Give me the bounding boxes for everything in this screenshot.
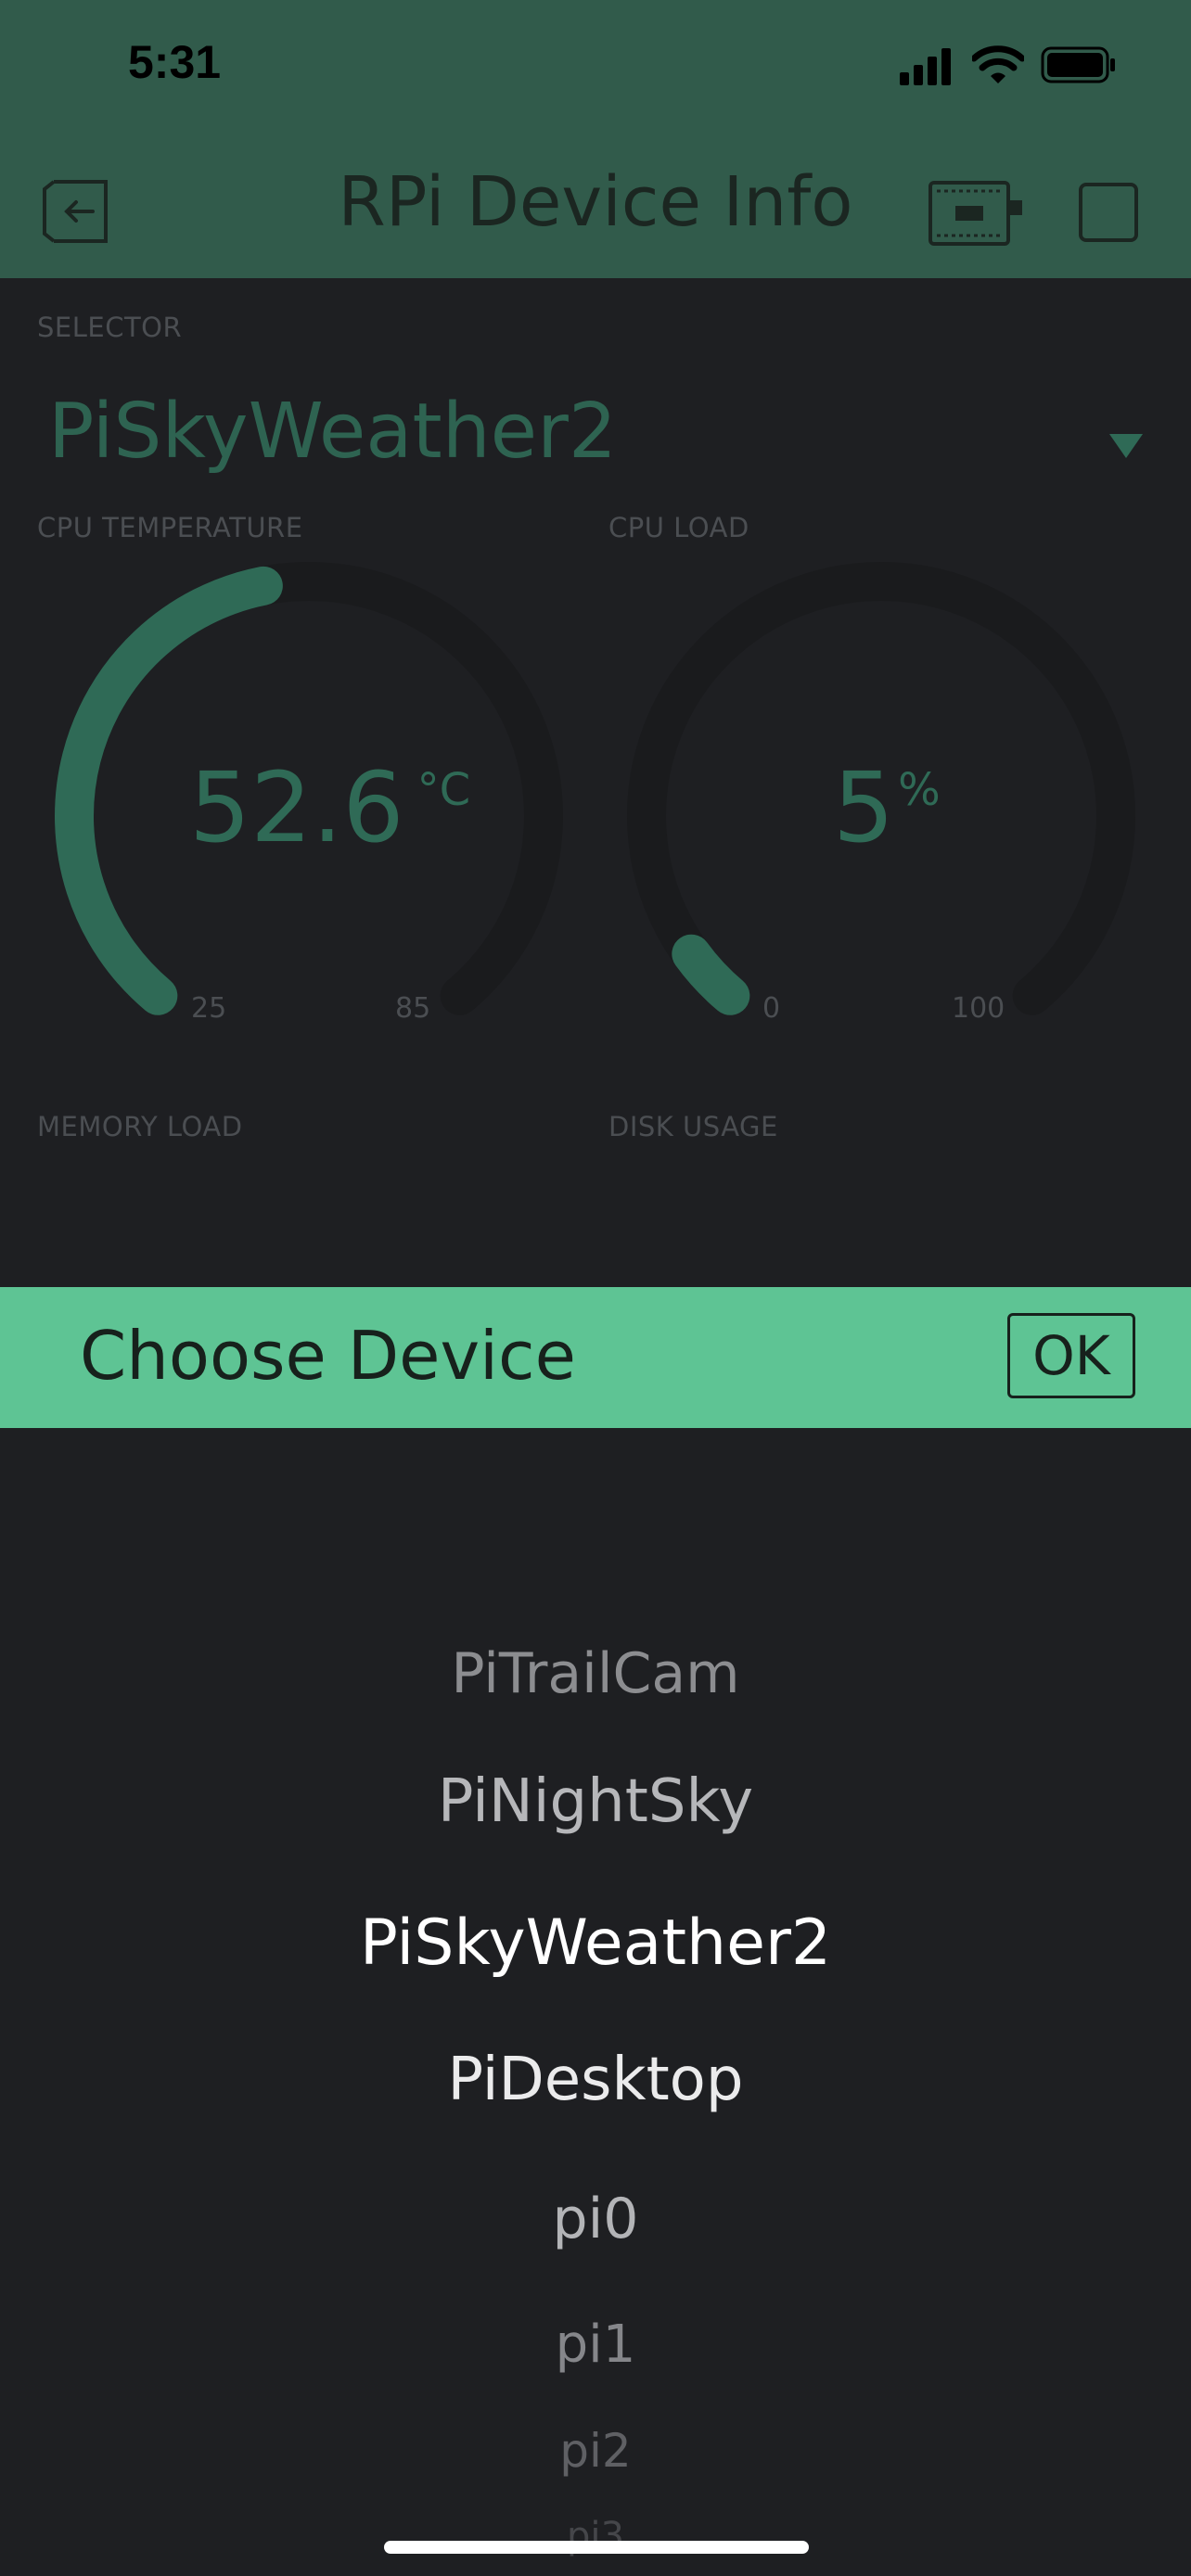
picker-option[interactable]: pi0 [0, 2187, 1191, 2251]
cpu-load-value: 5 [833, 751, 895, 864]
picker-option[interactable]: PiNightSky [0, 1767, 1191, 1836]
battery-icon [1041, 46, 1115, 83]
status-time: 5:31 [128, 36, 222, 88]
cpu-load-readout: 5% [833, 751, 941, 864]
picker-option[interactable]: pi1 [0, 2315, 1191, 2375]
cpu-temperature-value: 52.6 [189, 751, 404, 864]
stop-square-icon[interactable] [1078, 182, 1139, 243]
cpu-load-min: 0 [762, 992, 781, 1025]
dropdown-triangle-icon[interactable] [1108, 432, 1145, 460]
picker-option-selected[interactable]: PiSkyWeather2 [0, 1906, 1191, 1980]
device-picker-wheel[interactable]: PiTrailCam PiNightSky PiSkyWeather2 PiDeskt… [0, 1428, 1191, 2576]
cpu-temperature-max: 85 [395, 992, 431, 1025]
cpu-load-gauge-fill [672, 934, 750, 1015]
gauges-graphic [55, 562, 1135, 1015]
selector-label: SELECTOR [37, 312, 183, 343]
cpu-temperature-readout: 52.6 °C [189, 751, 470, 864]
picker-option[interactable]: PiDesktop [0, 2046, 1191, 2114]
device-board-icon[interactable] [928, 180, 1024, 247]
chooser-title: Choose Device [80, 1317, 576, 1395]
cpu-load-unit: % [898, 764, 941, 816]
cellular-signal-icon [900, 48, 951, 85]
gauge-label-memory-load: MEMORY LOAD [37, 1111, 243, 1142]
picker-option[interactable]: PiTrailCam [0, 1641, 1191, 1706]
gauge-label-disk-usage: DISK USAGE [608, 1111, 778, 1142]
wifi-icon [972, 45, 1024, 83]
cpu-temperature-min: 25 [191, 992, 227, 1025]
ok-button[interactable]: OK [1007, 1313, 1135, 1398]
device-selector[interactable]: PiSkyWeather2 [48, 388, 617, 476]
cpu-load-max: 100 [952, 992, 1005, 1025]
cpu-temperature-unit: °C [416, 764, 471, 816]
picker-option[interactable]: pi2 [0, 2424, 1191, 2478]
home-indicator [384, 2541, 809, 2554]
